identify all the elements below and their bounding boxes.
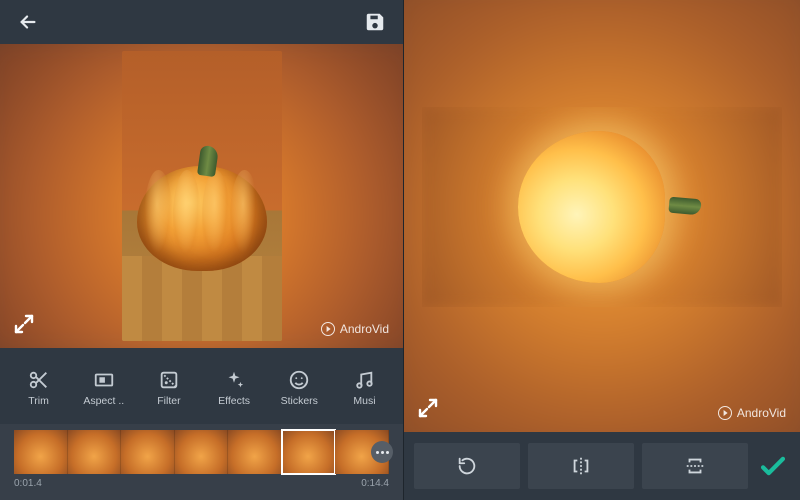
time-end: 0:14.4 (361, 478, 389, 489)
timeline-thumb-selected[interactable] (282, 430, 336, 474)
flip-horizontal-button[interactable] (528, 443, 634, 489)
flip-vertical-button[interactable] (642, 443, 748, 489)
rotate-preview[interactable]: AndroVid (404, 0, 800, 432)
tool-label: Filter (157, 395, 180, 407)
tool-aspect[interactable]: Aspect .. (71, 369, 136, 407)
tool-label: Musi (353, 395, 375, 407)
timeline[interactable]: 0:01.4 0:14.4 (0, 424, 403, 500)
tool-bar: Trim Aspect .. Filter Effects Stickers M… (0, 348, 403, 424)
tool-label: Trim (28, 395, 49, 407)
tool-label: Effects (218, 395, 250, 407)
editor-screen: AndroVid Trim Aspect .. Filter Effects S… (0, 0, 403, 500)
watermark-text: AndroVid (737, 406, 786, 420)
rotate-icon (456, 455, 478, 477)
preview-frame (122, 51, 282, 341)
top-bar (0, 0, 403, 44)
pumpkin-image (137, 166, 267, 271)
expand-icon[interactable] (416, 396, 440, 420)
timeline-thumb[interactable] (68, 430, 122, 474)
rotate-screen: AndroVid (403, 0, 800, 500)
watermark: AndroVid (718, 406, 786, 420)
time-start: 0:01.4 (14, 478, 42, 489)
pumpkin-rotated (497, 117, 707, 297)
timeline-thumb[interactable] (175, 430, 229, 474)
tool-stickers[interactable]: Stickers (267, 369, 332, 407)
flip-horizontal-icon (570, 455, 592, 477)
confirm-button[interactable] (756, 443, 790, 489)
tool-filter[interactable]: Filter (136, 369, 201, 407)
tool-label: Aspect .. (83, 395, 124, 407)
tool-label: Stickers (281, 395, 318, 407)
rotate-toolbar (404, 432, 800, 500)
tool-music[interactable]: Musi (332, 369, 397, 407)
timeline-thumb[interactable] (228, 430, 282, 474)
smiley-icon (288, 369, 310, 391)
aspect-icon (93, 369, 115, 391)
check-icon (756, 449, 790, 483)
time-labels: 0:01.4 0:14.4 (14, 474, 389, 489)
scissors-icon (28, 369, 50, 391)
filter-icon (158, 369, 180, 391)
save-button[interactable] (361, 8, 389, 36)
watermark-text: AndroVid (340, 322, 389, 336)
watermark-icon (718, 406, 732, 420)
rotate-button[interactable] (414, 443, 520, 489)
rotated-frame (422, 107, 782, 307)
video-preview[interactable]: AndroVid (0, 44, 403, 348)
timeline-thumb[interactable] (14, 430, 68, 474)
music-icon (353, 369, 375, 391)
watermark: AndroVid (321, 322, 389, 336)
watermark-icon (321, 322, 335, 336)
tool-effects[interactable]: Effects (202, 369, 267, 407)
sparkle-icon (223, 369, 245, 391)
timeline-thumbs[interactable] (14, 430, 389, 474)
tool-trim[interactable]: Trim (6, 369, 71, 407)
expand-icon[interactable] (12, 312, 36, 336)
timeline-thumb[interactable] (121, 430, 175, 474)
flip-vertical-icon (684, 455, 706, 477)
more-button[interactable] (371, 441, 393, 463)
back-button[interactable] (14, 8, 42, 36)
